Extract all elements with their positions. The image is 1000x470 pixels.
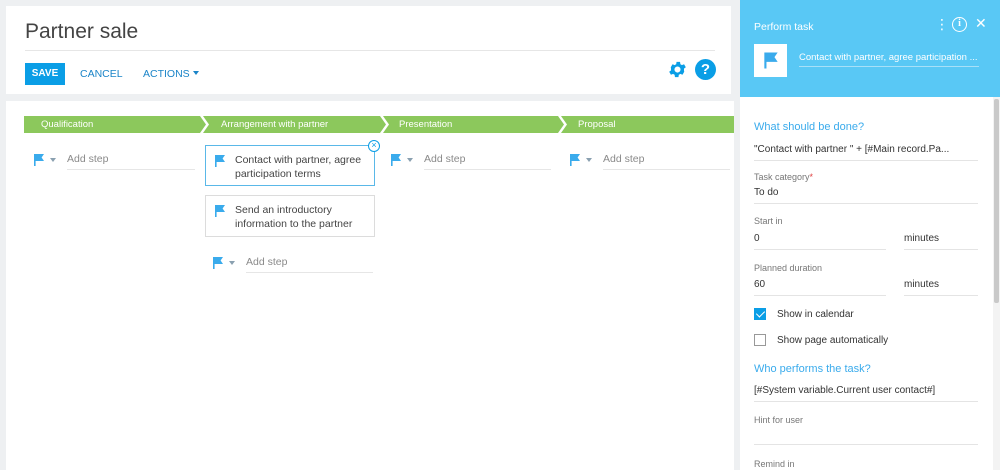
flag-icon [215, 155, 225, 167]
add-step-input[interactable]: Add step [246, 256, 373, 273]
cancel-button[interactable]: CANCEL [80, 63, 123, 85]
task-subject-underline [799, 66, 979, 67]
page-header: Partner sale SAVE CANCEL ACTIONS ? [6, 6, 731, 94]
duration-unit-select[interactable]: minutes [904, 279, 978, 296]
task-subject[interactable]: Contact with partner, agree participatio… [799, 52, 979, 63]
gear-icon[interactable] [667, 59, 688, 80]
show-page-checkbox[interactable] [754, 334, 766, 346]
stage-label-presentation[interactable]: Presentation [399, 116, 452, 133]
section-who: Who performs the task? [754, 363, 871, 375]
add-step-presentation[interactable]: Add step [390, 150, 551, 170]
start-in-unit-select[interactable]: minutes [904, 233, 978, 250]
who-field[interactable]: [#System variable.Current user contact#] [754, 385, 978, 402]
add-step-proposal[interactable]: Add step [569, 150, 730, 170]
add-step-input[interactable]: Add step [603, 153, 730, 170]
chevron-down-icon[interactable] [586, 158, 592, 162]
panel-header: Perform task ⋮ i ✕ Contact with partner,… [740, 0, 1000, 97]
flag-icon [391, 154, 401, 166]
close-icon[interactable]: ✕ [975, 16, 987, 31]
stage-label-proposal[interactable]: Proposal [578, 116, 616, 133]
stage-label-arrangement[interactable]: Arrangement with partner [221, 116, 328, 133]
close-icon[interactable]: × [368, 140, 380, 152]
save-button[interactable]: SAVE [25, 63, 65, 85]
chevron-down-icon[interactable] [407, 158, 413, 162]
case-designer: Qualification Arrangement with partner P… [6, 101, 734, 470]
add-step-arrangement[interactable]: Add step [212, 253, 373, 273]
what-field[interactable]: "Contact with partner " + [#Main record.… [754, 144, 978, 161]
duration-field[interactable]: 60 [754, 279, 886, 296]
task-category-label: Task category* [754, 172, 814, 182]
task-type-badge [754, 44, 787, 77]
chevron-down-icon [192, 71, 199, 76]
chevron-down-icon[interactable] [50, 158, 56, 162]
page-title: Partner sale [25, 20, 139, 43]
hint-label: Hint for user [754, 415, 804, 425]
step-text: Send an introductory information to the … [235, 204, 353, 230]
start-in-field[interactable]: 0 [754, 233, 886, 250]
step-card-contact-partner[interactable]: Contact with partner, agree participatio… [205, 140, 380, 186]
actions-button[interactable]: ACTIONS [143, 63, 199, 85]
scrollbar-thumb[interactable] [994, 99, 999, 303]
step-text: Contact with partner, agree participatio… [235, 154, 362, 180]
panel-title: Perform task [754, 21, 814, 33]
task-category-field[interactable]: To do [754, 187, 978, 204]
step-card-send-info[interactable]: Send an introductory information to the … [205, 195, 375, 237]
show-calendar-label: Show in calendar [777, 309, 854, 320]
start-in-label: Start in [754, 216, 783, 226]
remind-label: Remind in [754, 459, 795, 469]
flag-icon [215, 205, 225, 217]
more-vertical-icon[interactable]: ⋮ [935, 17, 949, 31]
panel-scrollbar[interactable] [993, 97, 1000, 470]
chevron-down-icon[interactable] [229, 261, 235, 265]
show-calendar-checkbox[interactable] [754, 308, 766, 320]
duration-label: Planned duration [754, 263, 823, 273]
show-page-label: Show page automatically [777, 335, 889, 346]
add-step-input[interactable]: Add step [424, 153, 551, 170]
add-step-qualification[interactable]: Add step [33, 150, 195, 170]
actions-label: ACTIONS [143, 68, 190, 80]
flag-icon [213, 257, 223, 269]
stage-bar: Qualification Arrangement with partner P… [24, 116, 734, 133]
flag-icon [570, 154, 580, 166]
title-divider [25, 50, 715, 51]
stage-bar-shapes [24, 116, 734, 133]
info-icon[interactable]: i [952, 17, 967, 32]
flag-icon [34, 154, 44, 166]
section-what: What should be done? [754, 121, 865, 133]
add-step-input[interactable]: Add step [67, 153, 195, 170]
flag-icon [764, 52, 778, 69]
perform-task-panel: Perform task ⋮ i ✕ Contact with partner,… [740, 0, 1000, 470]
hint-field[interactable] [754, 428, 978, 445]
stage-label-qualification[interactable]: Qualification [41, 116, 93, 133]
help-icon[interactable]: ? [695, 59, 716, 80]
